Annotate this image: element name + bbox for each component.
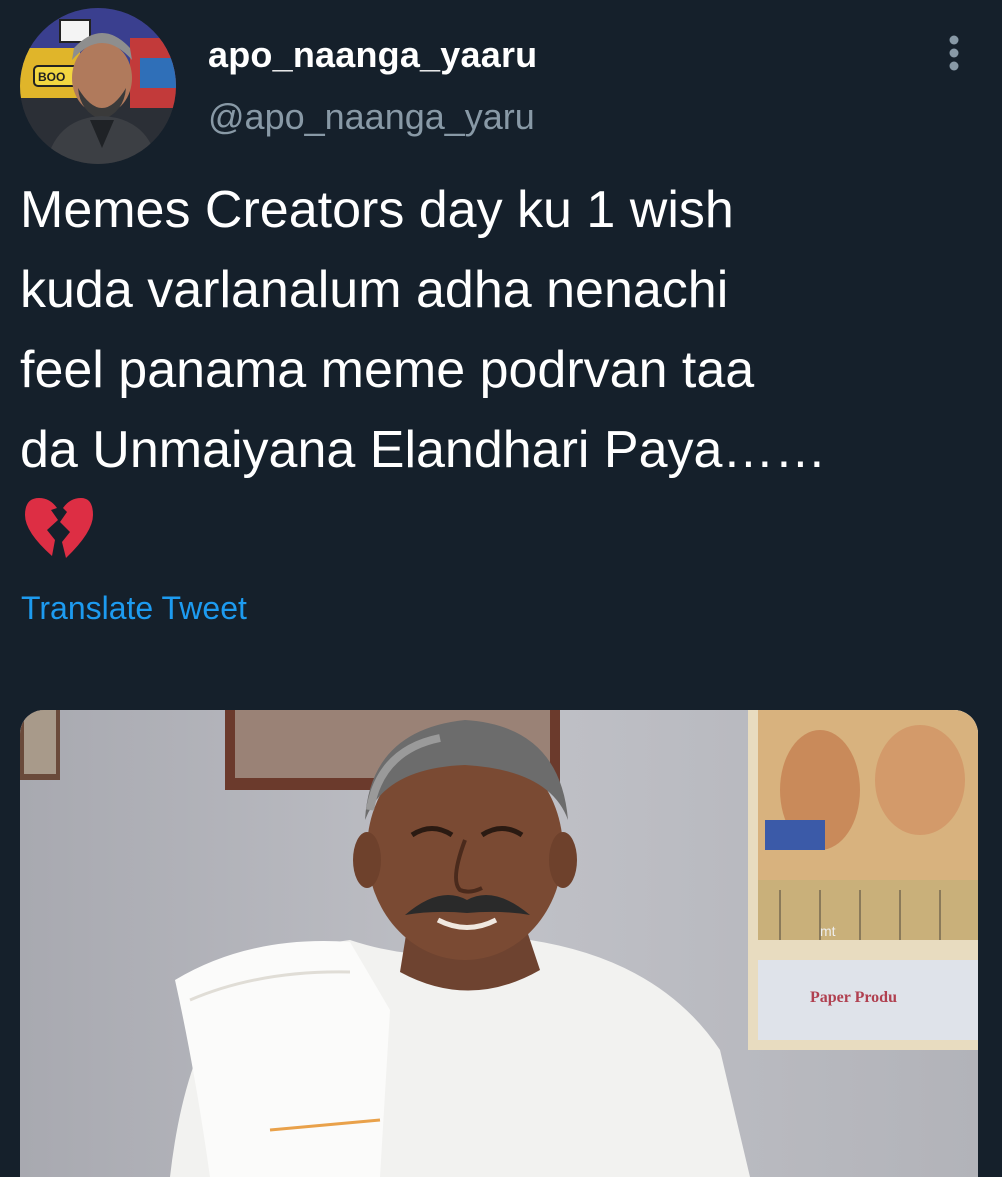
broken-heart-icon: [22, 496, 96, 562]
tweet-text: Memes Creators day ku 1 wish kuda varlan…: [20, 170, 990, 490]
more-options-button[interactable]: [936, 30, 972, 74]
tweet-text-line: feel panama meme podrvan taa: [20, 341, 755, 399]
media-overlay-text: Paper Produ: [810, 989, 897, 1006]
tweet-media-image[interactable]: mt Paper Produ: [20, 710, 978, 1177]
tweet-text-line: da Unmaiyana Elandhari Paya……: [20, 421, 827, 479]
translate-tweet-link[interactable]: Translate Tweet: [21, 590, 247, 627]
more-vertical-icon: [949, 35, 959, 71]
avatar-image: BOO: [20, 8, 176, 164]
media-photo: mt Paper Produ: [20, 710, 978, 1177]
tweet-text-line: kuda varlanalum adha nenachi: [20, 261, 729, 319]
avatar[interactable]: BOO: [20, 8, 176, 164]
svg-text:BOO: BOO: [38, 70, 65, 84]
media-overlay-text: mt: [820, 923, 836, 939]
display-name[interactable]: apo_naanga_yaaru: [208, 34, 537, 76]
tweet-text-line: Memes Creators day ku 1 wish: [20, 181, 734, 239]
tweet-card: BOO apo_naanga_yaaru @apo_naanga_yaru Me…: [0, 0, 1002, 1177]
user-handle[interactable]: @apo_naanga_yaru: [208, 96, 535, 138]
